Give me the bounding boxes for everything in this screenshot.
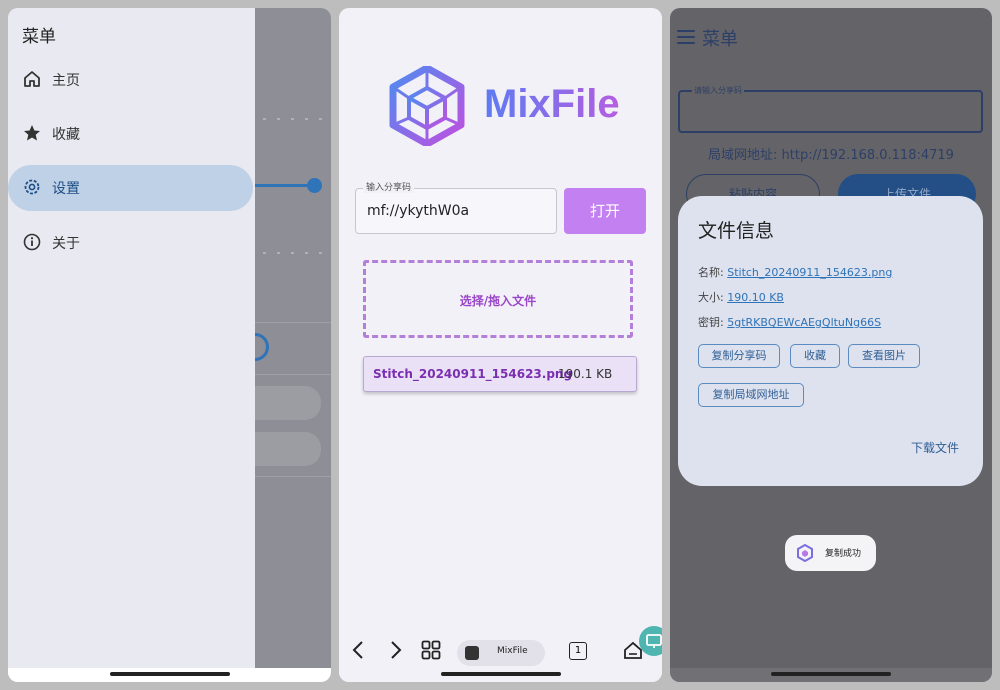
download-button[interactable]: 下载文件 <box>911 439 959 456</box>
browser-tab[interactable]: MixFile <box>457 640 545 666</box>
file-name-label: 名称: <box>698 266 724 279</box>
drawer-item-label: 关于 <box>52 236 80 252</box>
forward-icon[interactable] <box>389 640 403 665</box>
file-key-link[interactable]: 5gtRKBQEWcAEgQltuNg66S <box>727 316 881 329</box>
home-icon <box>24 71 40 87</box>
gear-icon <box>24 179 40 195</box>
open-button[interactable]: 打开 <box>564 188 646 234</box>
drawer-title: 菜单 <box>22 27 56 47</box>
file-key-label: 密钥: <box>698 316 724 329</box>
page-title: 菜单 <box>702 29 738 50</box>
copy-share-code-button[interactable]: 复制分享码 <box>698 344 780 368</box>
info-icon <box>23 233 41 251</box>
toast-text: 复制成功 <box>825 549 862 559</box>
gesture-bar[interactable] <box>771 672 891 676</box>
drawer-item-about[interactable]: 关于 <box>8 220 253 266</box>
star-icon <box>24 125 40 141</box>
slider-thumb[interactable] <box>307 178 322 193</box>
file-key-row: 密钥: 5gtRKBQEWcAEgQltuNg66S <box>698 314 881 330</box>
drawer-item-label: 设置 <box>52 181 80 197</box>
mixfile-logo-icon <box>797 544 813 562</box>
monitor-icon <box>646 634 662 648</box>
divider <box>255 374 331 375</box>
scrim-background[interactable] <box>235 8 331 682</box>
dialog-title: 文件信息 <box>698 220 775 242</box>
uploaded-file-item[interactable]: Stitch_20240911_154623.png 190.1 KB <box>363 356 637 392</box>
view-image-button[interactable]: 查看图片 <box>848 344 920 368</box>
drawer-item-favorites[interactable]: 收藏 <box>8 111 253 157</box>
drawer-item-label: 收藏 <box>52 127 80 143</box>
lan-address-text: 局域网地址: http://192.168.0.118:4719 <box>708 148 954 163</box>
share-code-input[interactable] <box>367 203 547 219</box>
dotted-divider <box>263 118 323 120</box>
drawer-item-label: 主页 <box>52 73 80 89</box>
floating-screen-button[interactable] <box>639 626 662 656</box>
drawer-item-home[interactable]: 主页 <box>8 57 253 103</box>
dropzone-label: 选择/拖入文件 <box>459 294 537 308</box>
copy-lan-address-button[interactable]: 复制局域网地址 <box>698 383 804 407</box>
file-size-row: 大小: 190.10 KB <box>698 289 784 305</box>
tab-favicon-icon <box>465 646 479 660</box>
file-name-link[interactable]: Stitch_20240911_154623.png <box>727 266 892 279</box>
tab-count-button[interactable]: 1 <box>569 642 587 660</box>
gesture-bar[interactable] <box>440 672 561 676</box>
drawer-item-settings[interactable]: 设置 <box>8 165 253 211</box>
grid-icon[interactable] <box>421 640 441 665</box>
mixfile-logo-icon <box>389 66 465 146</box>
favorite-button[interactable]: 收藏 <box>790 344 840 368</box>
toast-message: 复制成功 <box>785 535 876 571</box>
file-dropzone[interactable]: 选择/拖入文件 <box>363 260 633 338</box>
file-size-label: 大小: <box>698 291 724 304</box>
menu-icon[interactable] <box>677 30 695 44</box>
back-icon[interactable] <box>351 640 365 665</box>
navigation-drawer: 菜单 主页 收藏 设置 关于 <box>8 8 255 682</box>
dotted-divider <box>263 252 323 254</box>
app-title: MixFile <box>484 82 620 126</box>
file-size: 190.1 KB <box>558 367 613 381</box>
gesture-bar[interactable] <box>109 672 230 676</box>
file-name-row: 名称: Stitch_20240911_154623.png <box>698 264 892 280</box>
drawer-screen: 菜单 主页 收藏 设置 关于 <box>8 8 331 682</box>
file-info-dialog: 文件信息 名称: Stitch_20240911_154623.png 大小: … <box>678 196 983 486</box>
share-code-input[interactable]: 请输入分享码 <box>678 85 983 133</box>
tab-title: MixFile <box>497 646 528 656</box>
divider <box>255 476 331 477</box>
divider <box>255 322 331 323</box>
file-info-screen: 菜单 请输入分享码 局域网地址: http://192.168.0.118:47… <box>670 8 992 682</box>
main-screen: MixFile 输入分享码 打开 选择/拖入文件 Stitch_20240911… <box>339 8 662 682</box>
file-name: Stitch_20240911_154623.png <box>373 367 573 381</box>
share-code-label: 输入分享码 <box>363 180 415 193</box>
share-code-placeholder: 请输入分享码 <box>692 85 744 96</box>
file-size-link[interactable]: 190.10 KB <box>727 291 784 304</box>
